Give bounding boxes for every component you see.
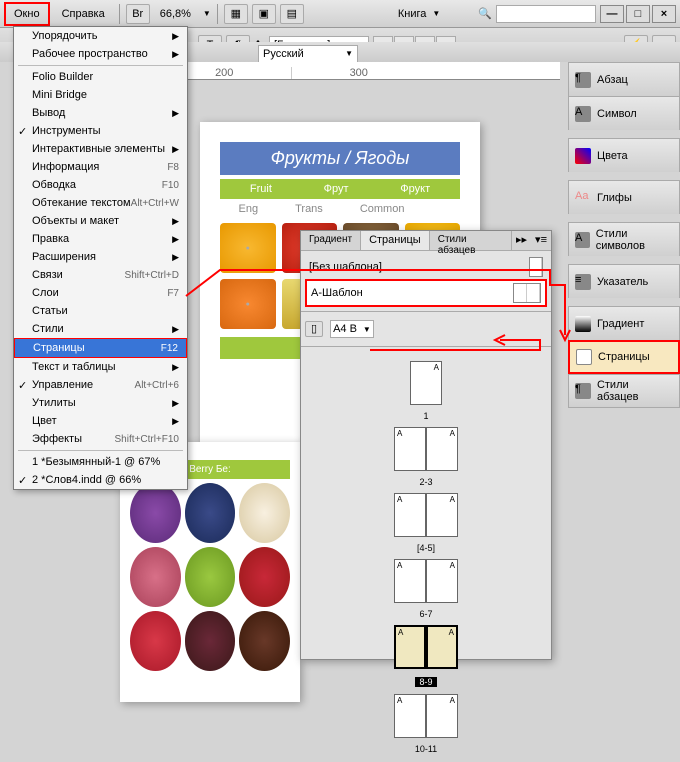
- menu-layers[interactable]: СлоиF7: [14, 284, 187, 302]
- search-icon: 🔍: [478, 7, 492, 20]
- menu-textwrap[interactable]: Обтекание текстомAlt+Ctrl+W: [14, 194, 187, 212]
- panel-glyphs[interactable]: AaГлифы: [568, 180, 680, 214]
- menu-effects[interactable]: ЭффектыShift+Ctrl+F10: [14, 430, 187, 448]
- doc-title: Фрукты / Ягоды: [220, 142, 460, 175]
- menu-styles[interactable]: Стили▶: [14, 320, 187, 338]
- screen-mode-icon[interactable]: ▣: [252, 4, 276, 24]
- menu-workspace[interactable]: Рабочее пространство▶: [14, 45, 187, 63]
- menu-tools[interactable]: ✓Инструменты: [14, 122, 187, 140]
- menu-links[interactable]: СвязиShift+Ctrl+D: [14, 266, 187, 284]
- menu-objects[interactable]: Объекты и макет▶: [14, 212, 187, 230]
- panel-collapse-icon[interactable]: ▸▸: [512, 231, 531, 250]
- menu-window[interactable]: Окно: [4, 2, 50, 26]
- doc-subheader: FruitФрутФрукт: [220, 179, 460, 199]
- para-styles-icon: ¶: [575, 383, 591, 399]
- menu-extensions[interactable]: Расширения▶: [14, 248, 187, 266]
- window-menu-dropdown: Упорядочить▶ Рабочее пространство▶ Folio…: [13, 26, 188, 490]
- tab-pages[interactable]: Страницы: [361, 231, 430, 250]
- right-panels: ¶Абзац AСимвол Цвета AaГлифы AСтили симв…: [568, 62, 680, 408]
- page-thumb-5[interactable]: A: [426, 493, 458, 537]
- menu-doc2[interactable]: ✓2 *Слов4.indd @ 66%: [14, 471, 187, 489]
- page-thumb-2[interactable]: A: [394, 427, 426, 471]
- zoom-level[interactable]: 66,8%: [154, 8, 197, 20]
- bridge-button[interactable]: Br: [126, 4, 150, 24]
- panel-gradient[interactable]: Градиент: [568, 306, 680, 340]
- menu-articles[interactable]: Статьи: [14, 302, 187, 320]
- lang-select[interactable]: Русский▼: [258, 45, 358, 63]
- page-thumb-1[interactable]: A: [410, 361, 442, 405]
- minimize-button[interactable]: —: [600, 5, 624, 23]
- glyphs-icon: Aa: [575, 190, 591, 206]
- menu-info[interactable]: ИнформацияF8: [14, 158, 187, 176]
- menu-utilities[interactable]: Утилиты▶: [14, 394, 187, 412]
- view-mode-icon[interactable]: ▦: [224, 4, 248, 24]
- book-label[interactable]: Книга: [398, 8, 427, 20]
- swatches-icon: [575, 148, 591, 164]
- pages-floating-panel: Градиент Страницы Стили абзацев ▸▸ ▾≡ [Б…: [300, 230, 552, 660]
- arrange-icon[interactable]: ▤: [280, 4, 304, 24]
- menu-output[interactable]: Вывод▶: [14, 104, 187, 122]
- panel-char-styles[interactable]: AСтили символов: [568, 222, 680, 256]
- top-toolbar: Окно Справка Br 66,8%▼ ▦ ▣ ▤ Книга▼ 🔍 — …: [0, 0, 680, 28]
- page-thumb-6[interactable]: A: [394, 559, 426, 603]
- panel-index[interactable]: ≡Указатель: [568, 264, 680, 298]
- page-thumb-4[interactable]: A: [394, 493, 426, 537]
- menu-edit[interactable]: Правка▶: [14, 230, 187, 248]
- menu-pages[interactable]: СтраницыF12: [14, 338, 187, 358]
- page-thumb-3[interactable]: A: [426, 427, 458, 471]
- menu-minibridge[interactable]: Mini Bridge: [14, 86, 187, 104]
- gradient-icon: [575, 316, 591, 332]
- character-icon: A: [575, 106, 591, 122]
- menu-control[interactable]: ✓УправлениеAlt+Ctrl+6: [14, 376, 187, 394]
- page-size-icon[interactable]: ▯: [305, 321, 323, 337]
- panel-para-styles[interactable]: ¶Стили абзацев: [568, 374, 680, 408]
- master-none[interactable]: [Без шаблона]: [305, 255, 547, 279]
- page-thumb-10[interactable]: A: [394, 694, 426, 738]
- menu-color[interactable]: Цвет▶: [14, 412, 187, 430]
- menu-arrange[interactable]: Упорядочить▶: [14, 27, 187, 45]
- pages-icon: [576, 349, 592, 365]
- menu-interactive[interactable]: Интерактивные элементы▶: [14, 140, 187, 158]
- page-thumb-9[interactable]: A: [426, 625, 458, 669]
- page-size-select[interactable]: A4 В▼: [330, 320, 374, 338]
- panel-paragraph[interactable]: ¶Абзац: [568, 62, 680, 96]
- paragraph-icon: ¶: [575, 72, 591, 88]
- maximize-button[interactable]: □: [626, 5, 650, 23]
- menu-text-tables[interactable]: Текст и таблицы▶: [14, 358, 187, 376]
- menu-help[interactable]: Справка: [54, 4, 113, 24]
- page-thumb-7[interactable]: A: [426, 559, 458, 603]
- menu-folio[interactable]: Folio Builder: [14, 68, 187, 86]
- pages-list: A1 AA2-3 AA[4-5] AA6-7 AA8-9 AA10-11: [301, 347, 551, 762]
- close-button[interactable]: ×: [652, 5, 676, 23]
- page-thumb-8[interactable]: A: [394, 625, 426, 669]
- panel-menu-icon[interactable]: ▾≡: [531, 231, 551, 250]
- menu-doc1[interactable]: 1 *Безымянный-1 @ 67%: [14, 453, 187, 471]
- panel-character[interactable]: AСимвол: [568, 96, 680, 130]
- index-icon: ≡: [575, 274, 591, 290]
- search-input[interactable]: [496, 5, 596, 23]
- panel-pages[interactable]: Страницы: [568, 340, 680, 374]
- tab-gradient[interactable]: Градиент: [301, 231, 361, 250]
- char-styles-icon: A: [575, 232, 590, 248]
- menu-stroke[interactable]: ОбводкаF10: [14, 176, 187, 194]
- master-a-template[interactable]: A-Шаблон: [305, 279, 547, 307]
- panel-colors[interactable]: Цвета: [568, 138, 680, 172]
- tab-para-styles[interactable]: Стили абзацев: [430, 231, 512, 250]
- page-thumb-11[interactable]: A: [426, 694, 458, 738]
